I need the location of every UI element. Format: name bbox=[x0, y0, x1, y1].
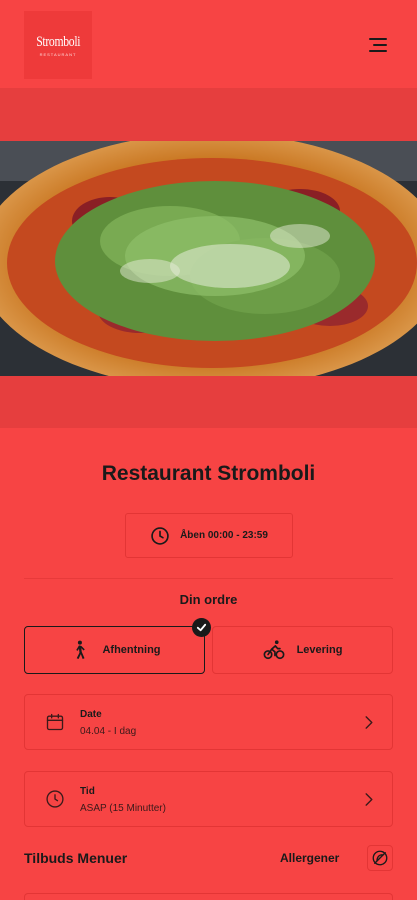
hero-band-top bbox=[0, 88, 417, 141]
time-value: ASAP (15 Minutter) bbox=[80, 803, 166, 814]
chevron-right-icon bbox=[365, 793, 373, 806]
restaurant-logo[interactable]: Stromboli RESTAURANT bbox=[24, 11, 92, 79]
offers-menu-title: Tilbuds Menuer bbox=[24, 850, 128, 866]
date-selector[interactable]: Date 04.04 - I dag bbox=[24, 694, 393, 750]
delivery-label: Levering bbox=[296, 644, 343, 656]
hero-image bbox=[0, 141, 417, 376]
allergens-link[interactable]: Allergener bbox=[280, 851, 339, 865]
time-label: Tid bbox=[80, 786, 95, 797]
opening-hours-text: Åben 00:00 - 23:59 bbox=[180, 530, 268, 541]
delivery-option[interactable]: Levering bbox=[212, 626, 393, 674]
selected-check-icon bbox=[192, 618, 211, 637]
walking-person-icon bbox=[76, 640, 86, 659]
no-allergen-icon[interactable] bbox=[367, 845, 393, 871]
calendar-icon bbox=[46, 713, 64, 731]
header: Stromboli RESTAURANT bbox=[0, 0, 417, 88]
time-selector[interactable]: Tid ASAP (15 Minutter) bbox=[24, 771, 393, 827]
pickup-label: Afhentning bbox=[102, 644, 161, 656]
chevron-right-icon bbox=[365, 716, 373, 729]
clock-icon bbox=[151, 526, 169, 545]
clock-icon bbox=[46, 790, 64, 808]
logo-text: Stromboli bbox=[35, 33, 80, 50]
pizza-image bbox=[0, 141, 417, 376]
pickup-option[interactable]: Afhentning bbox=[24, 626, 205, 674]
date-value: 04.04 - I dag bbox=[80, 726, 137, 737]
hamburger-menu-icon[interactable] bbox=[369, 38, 387, 52]
restaurant-title: Restaurant Stromboli bbox=[101, 462, 316, 485]
hero-band-bottom bbox=[0, 376, 417, 428]
bicycle-rider-icon bbox=[263, 640, 285, 660]
order-label: Din ordre bbox=[179, 592, 238, 607]
divider bbox=[24, 578, 393, 579]
logo-subtext: RESTAURANT bbox=[39, 51, 77, 57]
date-label: Date bbox=[80, 709, 102, 720]
opening-hours-badge[interactable]: Åben 00:00 - 23:59 bbox=[125, 513, 293, 558]
menu-card[interactable] bbox=[24, 893, 393, 900]
